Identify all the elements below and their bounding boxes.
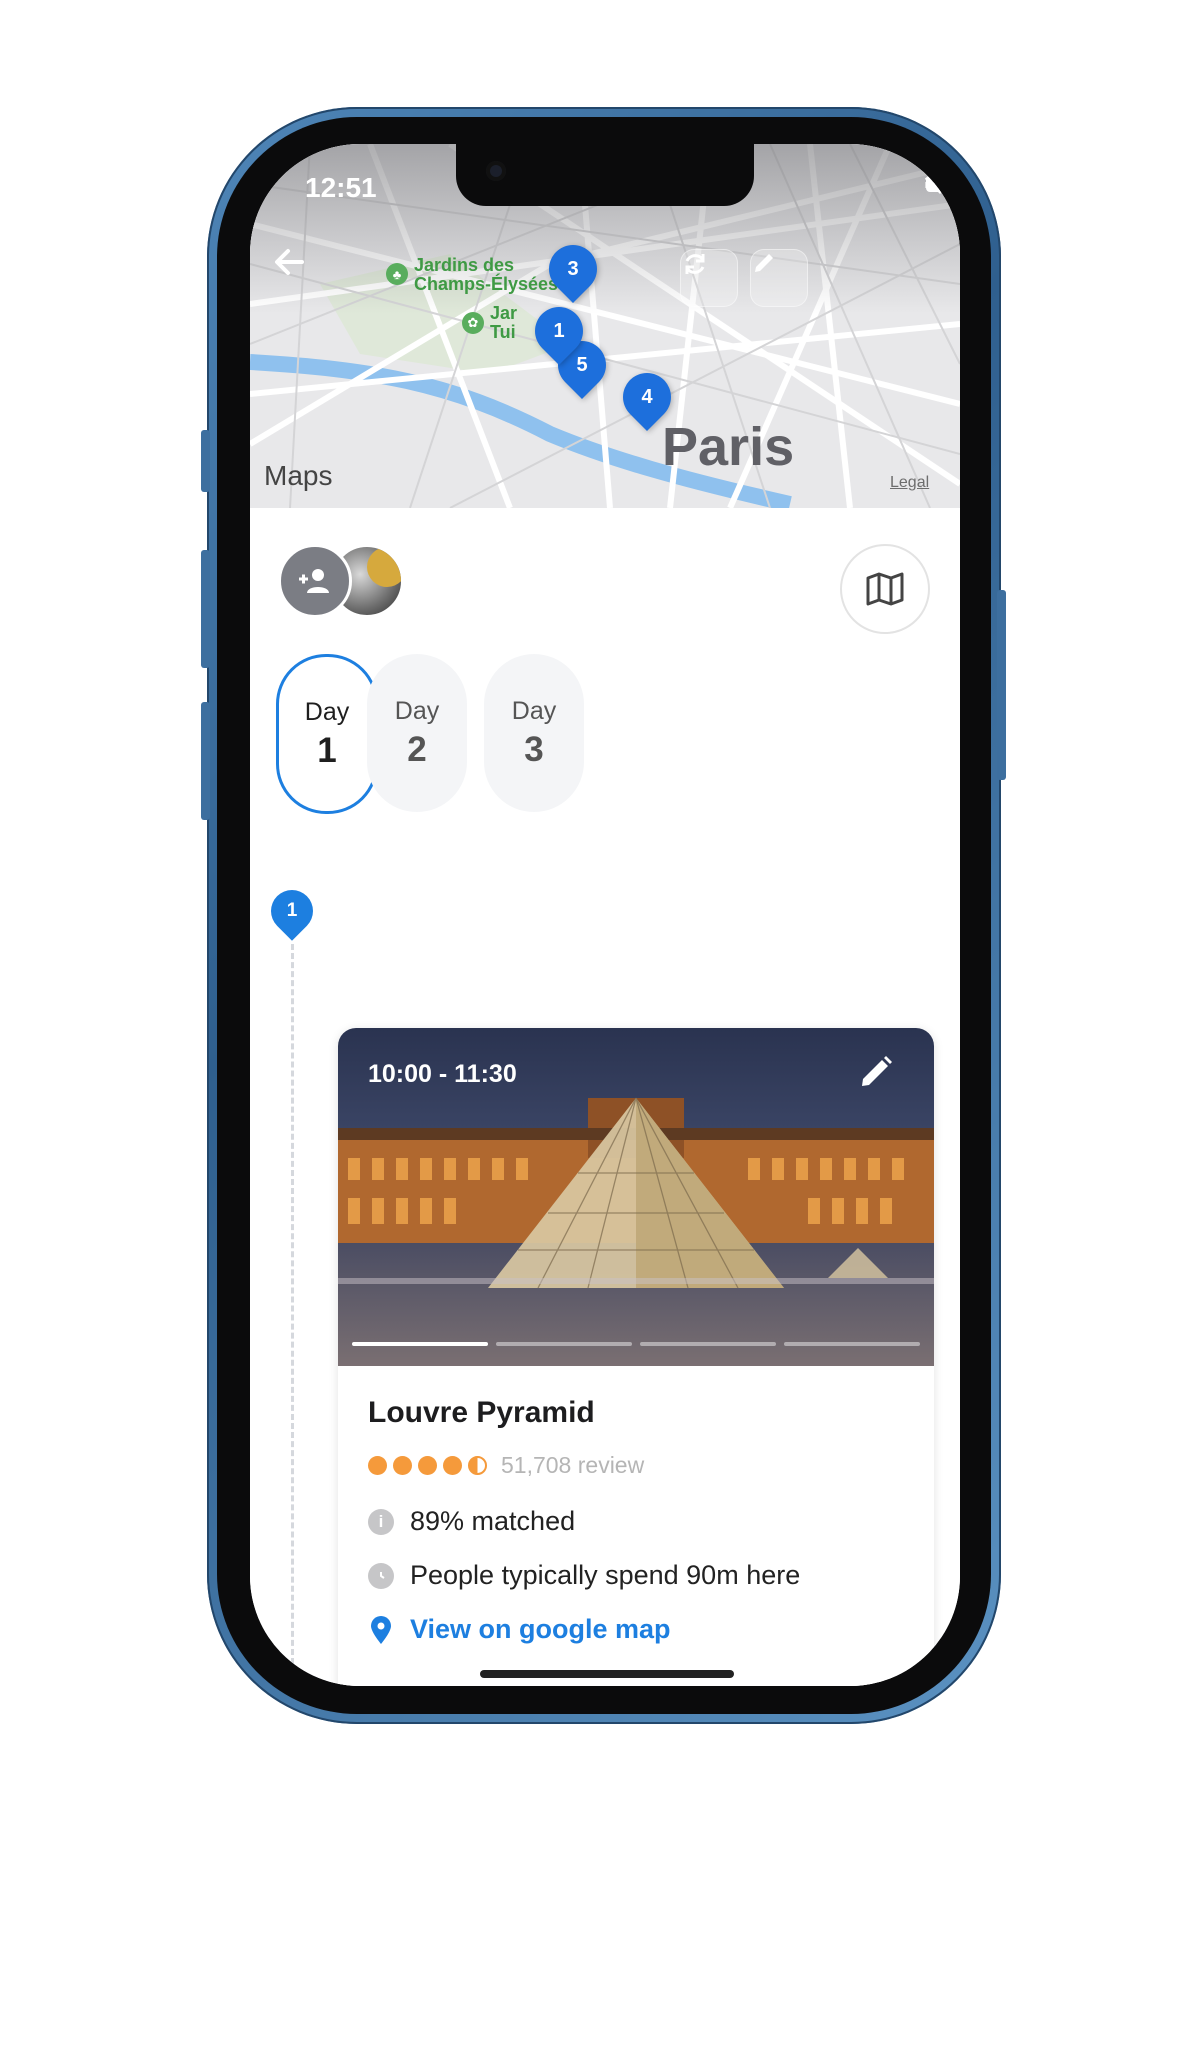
spend-time-text: People typically spend 90m here: [410, 1560, 801, 1590]
pencil-icon: [755, 254, 773, 272]
park-label-champs-elysees: Jardins des Champs-Élysées: [414, 255, 559, 294]
day-tab-1[interactable]: Day 1: [276, 654, 378, 814]
timeline-pin-number: 1: [286, 900, 298, 921]
edit-visit-button[interactable]: [858, 1054, 894, 1095]
phone-screen: 12:51 ♣ Jardins des Champs-Élysées ✿ Jar…: [250, 144, 960, 1686]
timeline-pin: 1: [262, 881, 322, 941]
map-icon: [866, 572, 904, 606]
rating-dot-half: [468, 1456, 487, 1475]
visit-time-range: 10:00 - 11:30: [368, 1060, 517, 1088]
volume-up-button: [201, 550, 210, 668]
battery-icon: [926, 176, 959, 192]
legal-link[interactable]: Legal: [890, 474, 929, 492]
match-row: i 89% matched: [368, 1506, 575, 1537]
day-tab-1-number: 1: [317, 730, 337, 770]
edit-trip-button[interactable]: [750, 249, 808, 307]
day-tab-3-number: 3: [524, 729, 544, 769]
place-title: Louvre Pyramid: [368, 1396, 595, 1429]
photo-indicator-1[interactable]: [352, 1342, 488, 1346]
notch: [456, 144, 754, 206]
park-label-tuileries-2: Tui: [490, 322, 516, 342]
rating-dot-3: [418, 1456, 437, 1475]
spend-time-row: People typically spend 90m here: [368, 1560, 800, 1591]
home-indicator[interactable]: [480, 1670, 734, 1678]
map-pin-3-label: 3: [567, 257, 579, 280]
place-card[interactable]: 10:00 - 11:30 Louvre Pyramid 51,708 revi…: [338, 1028, 934, 1686]
mute-switch: [201, 430, 210, 492]
maps-brand-text: Maps: [264, 460, 333, 491]
add-traveler-button[interactable]: [278, 544, 352, 618]
apple-maps-logo: Maps: [264, 460, 332, 492]
review-count: 51,708 review: [501, 1452, 645, 1478]
map-pin-1[interactable]: 1: [525, 297, 593, 365]
day-tab-1-word: Day: [304, 697, 350, 726]
google-map-link[interactable]: View on google map: [368, 1614, 671, 1645]
day-tab-3[interactable]: Day 3: [484, 654, 584, 812]
pencil-icon: [862, 1056, 892, 1086]
rating-row: 51,708 review: [368, 1452, 644, 1479]
add-person-icon: [299, 569, 329, 593]
google-map-link-text[interactable]: View on google map: [410, 1614, 671, 1645]
rating-dot-2: [393, 1456, 412, 1475]
status-time: 12:51: [305, 172, 377, 203]
day-tab-2-number: 2: [407, 729, 427, 769]
photo-carousel-indicator: [352, 1342, 920, 1346]
park-label-tuileries-1: Jar: [490, 303, 518, 323]
refresh-icon: [685, 254, 705, 274]
day-tab-2[interactable]: Day 2: [367, 654, 467, 812]
day-tab-2-word: Day: [394, 696, 440, 725]
power-button: [997, 590, 1006, 780]
timeline-line: [291, 944, 294, 1664]
map-pin-4-label: 4: [641, 385, 653, 408]
map-pin-1-label: 1: [553, 319, 565, 342]
park-flower-icon: ✿: [462, 312, 484, 334]
photo-indicator-2[interactable]: [496, 1342, 632, 1346]
location-pin-icon: [371, 1615, 391, 1644]
park-tree-icon: ♣: [386, 263, 408, 285]
photo-indicator-3[interactable]: [640, 1342, 776, 1346]
refresh-button[interactable]: [680, 249, 738, 307]
back-arrow-icon[interactable]: [272, 244, 328, 300]
volume-down-button: [201, 702, 210, 820]
rating-dot-4: [443, 1456, 462, 1475]
city-label: Paris: [662, 417, 795, 477]
info-icon: i: [368, 1508, 394, 1535]
place-photo[interactable]: 10:00 - 11:30: [338, 1028, 934, 1366]
clock-icon: [368, 1562, 394, 1589]
rating-dot-1: [368, 1456, 387, 1475]
map-view-button[interactable]: [840, 544, 930, 634]
day-tab-3-word: Day: [511, 696, 557, 725]
front-camera: [486, 161, 506, 181]
map-pin-4[interactable]: 4: [613, 363, 681, 431]
map-pin-3[interactable]: 3: [539, 235, 607, 303]
itinerary-panel: Day 1 Day 2 Day 3 1 10:00 - 11:30 Louvre…: [250, 508, 960, 1686]
photo-indicator-4[interactable]: [784, 1342, 920, 1346]
match-text: 89% matched: [410, 1506, 576, 1536]
